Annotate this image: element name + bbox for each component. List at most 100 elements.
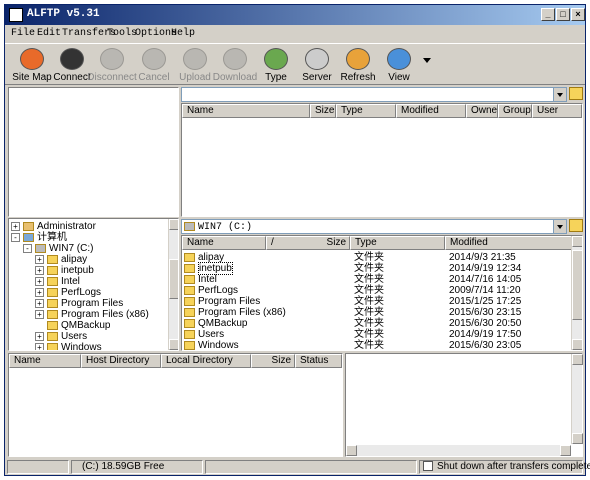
server-icon (305, 48, 329, 70)
file-row[interactable]: Windows (184, 340, 239, 350)
tree-item[interactable]: - WIN7 (C:) (23, 243, 93, 254)
tree-item-label: Program Files (61, 298, 124, 309)
menu-help[interactable]: Help (171, 28, 195, 39)
col-header-type[interactable]: Type (350, 236, 445, 250)
folder-icon (184, 285, 195, 295)
download-icon (223, 48, 247, 70)
file-row[interactable]: inetpub (184, 262, 233, 275)
file-name: Program Files (198, 296, 261, 307)
scroll-right-icon[interactable] (560, 445, 571, 456)
menu-file[interactable]: File (11, 28, 35, 39)
col-header-owner[interactable]: Owner (466, 104, 498, 118)
expand-icon[interactable]: + (35, 309, 44, 319)
title-bar[interactable]: ALFTP v5.31 _ □ × (5, 5, 585, 25)
tree-item[interactable]: + alipay (35, 254, 87, 265)
tree-item[interactable]: + Program Files (x86) (35, 309, 149, 320)
scroll-up-icon[interactable] (169, 219, 178, 230)
toolbar-view-button[interactable]: View (374, 46, 424, 84)
tree-item[interactable]: - 计算机 (11, 232, 67, 243)
tree-item[interactable]: + Users (35, 331, 87, 342)
scroll-down-icon[interactable] (572, 433, 583, 444)
chevron-down-icon[interactable] (553, 220, 566, 233)
menu-edit[interactable]: Edit (37, 28, 61, 39)
local-folder-icon[interactable] (569, 219, 583, 232)
cancel-icon (142, 48, 166, 70)
scroll-left-icon[interactable] (346, 445, 357, 456)
col-header-status[interactable]: Status (295, 354, 342, 368)
col-header-type[interactable]: Type (336, 104, 396, 118)
file-row[interactable]: Intel (184, 274, 217, 285)
file-type: 文件夹 (354, 329, 384, 340)
expand-icon[interactable]: + (35, 298, 44, 308)
tree-item[interactable]: + Intel (35, 276, 80, 287)
expand-icon[interactable]: + (35, 287, 44, 297)
remote-folder-icon[interactable] (569, 87, 583, 100)
log-scrollbar[interactable] (571, 354, 583, 444)
shutdown-label: Shut down after transfers complete (437, 461, 590, 472)
shutdown-checkbox[interactable] (423, 461, 433, 472)
tree-item[interactable]: + Administrator (11, 221, 96, 232)
col-header-user[interactable]: User (532, 104, 582, 118)
col-header-size[interactable]: Size (274, 236, 350, 250)
tree-item-label: Intel (61, 276, 80, 287)
local-file-list[interactable]: Name / Size Type Modified alipay 文件夹 201… (181, 235, 583, 351)
col-header-modified[interactable]: Modified (396, 104, 466, 118)
folder-icon (184, 307, 195, 317)
log-panel[interactable] (345, 353, 583, 457)
remote-file-list[interactable]: Name Size Type Modified Owner Group User (181, 103, 583, 217)
file-name: PerfLogs (198, 285, 239, 296)
scroll-up-icon[interactable] (572, 354, 583, 365)
expand-icon[interactable]: + (11, 221, 20, 231)
tree-scrollbar[interactable] (168, 219, 178, 350)
file-row[interactable]: Program Files (184, 296, 260, 307)
col-header-modified[interactable]: Modified (445, 236, 572, 250)
expand-icon[interactable]: + (35, 342, 44, 350)
col-header-name[interactable]: Name (182, 236, 266, 250)
computer-icon (23, 232, 34, 242)
close-button[interactable]: × (571, 8, 585, 21)
tree-item[interactable]: + PerfLogs (35, 287, 101, 298)
col-header-size[interactable]: Size (310, 104, 336, 118)
transfer-queue-panel[interactable]: Name Host Directory Local Directory Size… (8, 353, 343, 457)
status-cell-progress (205, 460, 417, 474)
remote-path-combo[interactable] (181, 87, 567, 102)
scroll-thumb[interactable] (169, 259, 178, 299)
chevron-down-icon[interactable] (423, 58, 431, 63)
scroll-down-icon[interactable] (572, 339, 582, 350)
collapse-icon[interactable]: - (11, 232, 20, 242)
tree-item[interactable]: + inetpub (35, 265, 94, 276)
tree-item[interactable]: QMBackup (47, 320, 110, 331)
maximize-button[interactable]: □ (556, 8, 570, 21)
col-header-size[interactable]: Size (251, 354, 295, 368)
remote-tree-panel[interactable] (8, 87, 179, 217)
local-tree-panel[interactable]: + Administrator - 计算机 - WIN7 (C:) + alipay +… (8, 218, 179, 351)
col-header-name[interactable]: Name (9, 354, 81, 368)
minimize-button[interactable]: _ (541, 8, 555, 21)
log-hscrollbar[interactable] (346, 445, 571, 456)
expand-icon[interactable]: + (35, 265, 44, 275)
shutdown-option[interactable]: Shut down after transfers complete (419, 460, 590, 474)
col-header-host-directory[interactable]: Host Directory (81, 354, 161, 368)
expand-icon[interactable]: + (35, 276, 44, 286)
file-row[interactable]: Users (184, 329, 224, 340)
expand-icon[interactable]: + (35, 254, 44, 264)
menu-tools[interactable]: Tools (107, 28, 137, 39)
scroll-thumb[interactable] (572, 250, 582, 320)
tree-item[interactable]: + Windows (35, 342, 102, 350)
col-header-name[interactable]: Name (182, 104, 310, 118)
col-header-group[interactable]: Group (498, 104, 532, 118)
file-row[interactable]: Program Files (x86) (184, 307, 286, 318)
file-type: 文件夹 (354, 307, 384, 318)
file-list-scrollbar[interactable] (571, 236, 582, 350)
expand-icon[interactable]: + (35, 331, 44, 341)
folder-icon (47, 287, 58, 297)
collapse-icon[interactable]: - (23, 243, 32, 253)
tree-item[interactable]: + Program Files (35, 298, 123, 309)
file-row[interactable]: QMBackup (184, 318, 247, 329)
scroll-up-icon[interactable] (572, 236, 582, 247)
scroll-down-icon[interactable] (169, 339, 178, 350)
col-header-local-directory[interactable]: Local Directory (161, 354, 251, 368)
local-path-combo[interactable]: WIN7 (C:) (181, 219, 567, 234)
chevron-down-icon[interactable] (553, 88, 566, 101)
file-row[interactable]: PerfLogs (184, 285, 238, 296)
